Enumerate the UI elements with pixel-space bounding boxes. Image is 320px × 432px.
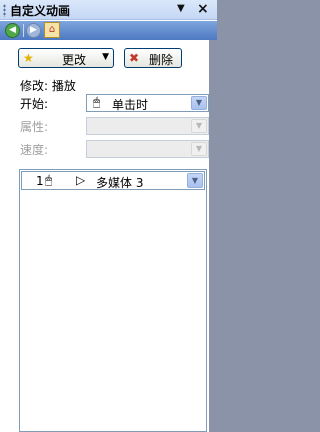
- start-label: 开始:: [20, 97, 49, 111]
- list-item[interactable]: 1 🖱 ▷ 多媒体 3 ▼: [21, 171, 205, 190]
- speed-select[interactable]: ▼: [86, 140, 209, 158]
- change-effect-button[interactable]: ★ 更改 ▼: [18, 48, 114, 68]
- pane-title: 自定义动画: [10, 4, 71, 18]
- grip-handle-icon[interactable]: [3, 4, 6, 17]
- start-select[interactable]: 🖱 单击时 ▼: [86, 94, 209, 112]
- pane-right-edge: [209, 40, 217, 432]
- star-effect-icon: ★: [23, 51, 34, 65]
- navigation-bar: ◀ ▶ ⌂: [0, 21, 217, 40]
- forward-arrow-icon[interactable]: ▶: [26, 23, 41, 38]
- item-name: 多媒体 3: [96, 176, 144, 190]
- mouse-click-icon: 🖱: [93, 95, 101, 109]
- remove-effect-icon: ✖: [129, 51, 140, 65]
- remove-effect-button[interactable]: ✖ 删除: [124, 48, 182, 68]
- animation-list[interactable]: 1 🖱 ▷ 多媒体 3 ▼: [19, 169, 207, 432]
- mouse-click-icon: 🖱: [45, 173, 53, 187]
- item-order-number: 1: [36, 174, 44, 188]
- custom-animation-pane: 自定义动画 ▼ × ◀ ▶ ⌂ ★ 更改 ▼ ✖ 删除 修改: 播放 开始: 🖱…: [0, 0, 217, 432]
- play-effect-icon: ▷: [76, 173, 86, 187]
- close-pane-icon[interactable]: ×: [197, 1, 209, 17]
- chevron-down-icon[interactable]: ▼: [191, 119, 207, 133]
- chevron-down-icon[interactable]: ▼: [191, 96, 207, 110]
- pane-menu-dropdown-icon[interactable]: ▼: [177, 3, 185, 14]
- chevron-down-icon: ▼: [102, 52, 109, 62]
- property-select[interactable]: ▼: [86, 117, 209, 135]
- nav-separator: [23, 24, 24, 37]
- speed-label: 速度:: [20, 143, 49, 157]
- home-icon[interactable]: ⌂: [44, 22, 60, 38]
- back-arrow-icon[interactable]: ◀: [5, 23, 20, 38]
- chevron-down-icon[interactable]: ▼: [187, 173, 203, 188]
- property-label: 属性:: [20, 120, 49, 134]
- remove-effect-label: 删除: [149, 53, 174, 67]
- start-value: 单击时: [112, 98, 149, 112]
- change-effect-label: 更改: [62, 53, 87, 67]
- chevron-down-icon[interactable]: ▼: [191, 142, 207, 156]
- pane-title-bar: 自定义动画 ▼ ×: [0, 0, 217, 20]
- modify-label: 修改: 播放: [20, 79, 76, 93]
